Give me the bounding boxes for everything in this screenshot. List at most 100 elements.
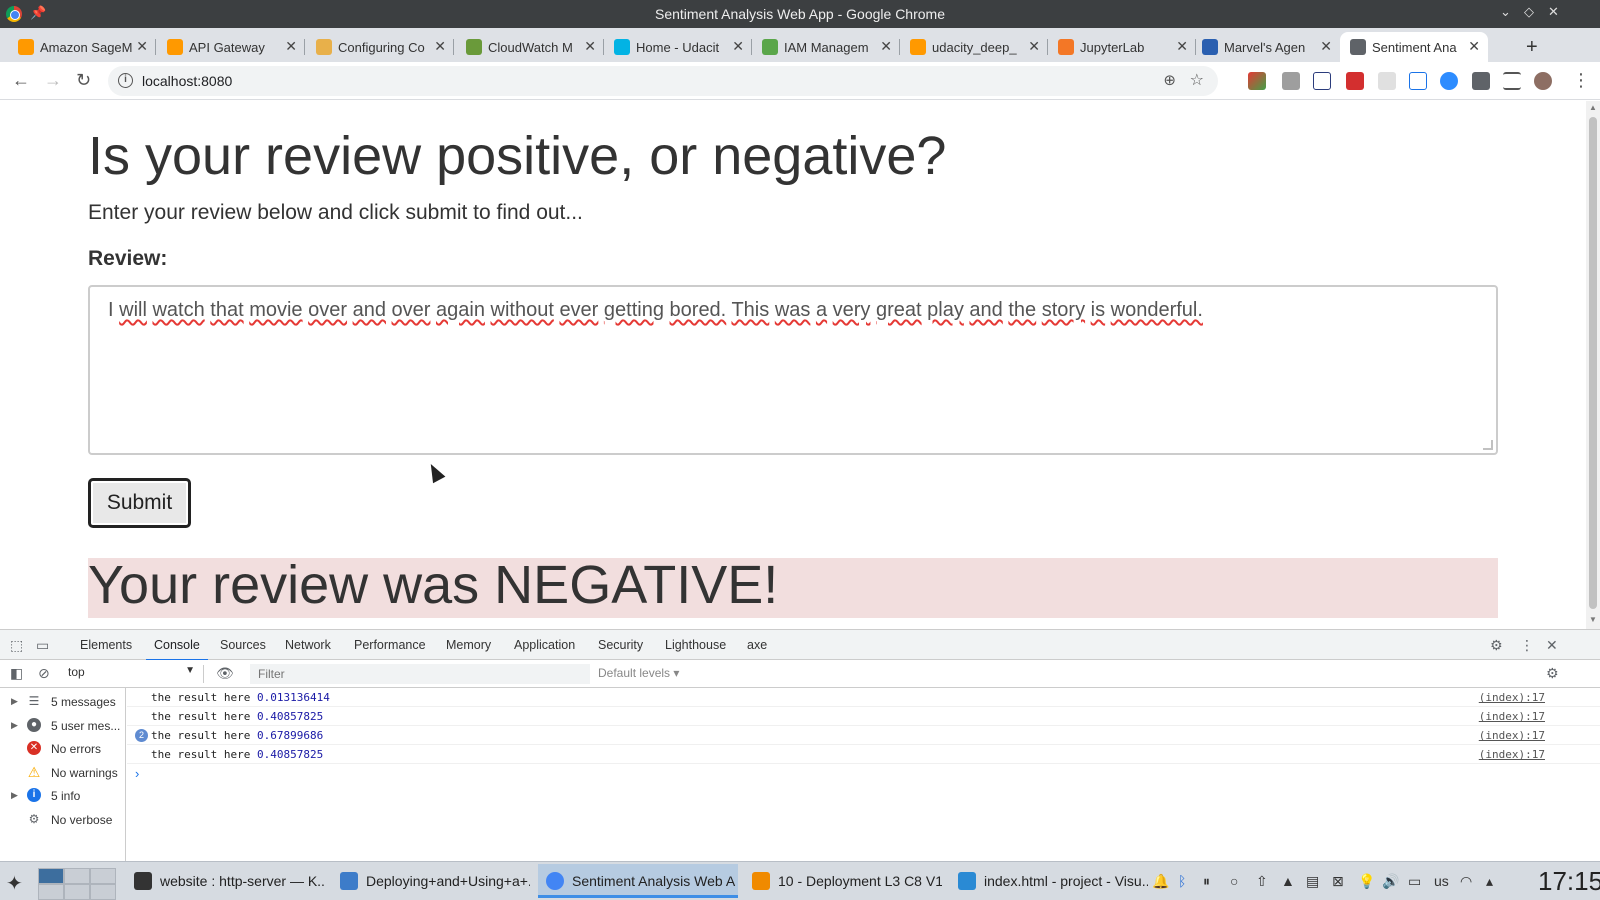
color-picker-icon[interactable] [1282,72,1300,90]
console-settings-icon[interactable]: ⚙ [1546,665,1559,682]
taskbar-task[interactable]: index.html - project - Visu... [950,864,1150,898]
devtools-settings-icon[interactable]: ⚙ [1490,637,1503,654]
log-source-link[interactable]: (index):17 [1479,729,1545,742]
close-tab-icon[interactable]: ✕ [1176,38,1188,55]
console-prompt-icon[interactable]: › [135,766,139,781]
address-bar[interactable]: i localhost:8080 ⊕ ☆ [108,66,1218,96]
devtools-tab-memory[interactable]: Memory [446,638,491,652]
forward-icon[interactable]: → [44,70,62,91]
maximize-icon[interactable]: ◇ [1524,4,1534,20]
keyboard-layout[interactable]: us [1434,873,1449,889]
device-toggle-icon[interactable]: ▭ [36,637,49,654]
inspect-element-icon[interactable]: ⬚ [10,637,23,654]
close-tab-icon[interactable]: ✕ [584,38,596,55]
update-icon[interactable]: ⇧ [1256,873,1268,890]
browser-tab[interactable]: Configuring Co ✕ [306,32,454,62]
log-source-link[interactable]: (index):17 [1479,748,1545,761]
close-tab-icon[interactable]: ✕ [1320,38,1332,55]
extensions-puzzle-icon[interactable] [1472,72,1490,90]
browser-tab[interactable]: API Gateway ✕ [157,32,305,62]
browser-tab[interactable]: Sentiment Ana ✕ [1340,32,1488,62]
close-tab-icon[interactable]: ✕ [285,38,297,55]
devtools-tab-application[interactable]: Application [514,638,575,652]
scroll-down-icon[interactable]: ▼ [1589,615,1597,624]
virtual-desktop-3[interactable] [90,868,116,884]
expand-arrow-icon[interactable]: ▶ [11,720,18,731]
devtools-tab-lighthouse[interactable]: Lighthouse [665,638,726,652]
close-tab-icon[interactable]: ✕ [1028,38,1040,55]
devtools-tab-network[interactable]: Network [285,638,331,652]
scroll-up-icon[interactable]: ▲ [1589,103,1597,112]
vlc-tray-icon[interactable]: ▲ [1281,873,1295,889]
devtools-tab-security[interactable]: Security [598,638,643,652]
expand-arrow-icon[interactable]: ▶ [11,696,18,707]
extension-badge-icon[interactable] [1346,72,1364,90]
site-info-icon[interactable]: i [118,73,133,88]
taskbar-task[interactable]: Sentiment Analysis Web A... [538,864,738,898]
profile-avatar[interactable] [1534,72,1552,90]
console-filter-input[interactable] [250,664,590,684]
notion-icon[interactable] [1313,72,1331,90]
battery-icon[interactable]: ▭ [1408,873,1421,890]
volume-icon[interactable]: 🔊 [1382,873,1399,890]
submit-button[interactable]: Submit [88,478,191,528]
close-tab-icon[interactable]: ✕ [434,38,446,55]
tips-icon[interactable]: 💡 [1358,873,1375,890]
close-tab-icon[interactable]: ✕ [880,38,892,55]
clear-console-icon[interactable]: ⊘ [38,665,50,682]
console-sidebar-item[interactable]: ⚙ No verbose [0,809,126,832]
minimize-icon[interactable]: ⌄ [1500,4,1511,20]
console-sidebar-item[interactable]: ⚠ No warnings [0,762,126,785]
virtual-desktop-4[interactable] [38,884,64,900]
clock[interactable]: 17:15 [1538,866,1600,897]
zoom-extension-icon[interactable] [1440,72,1458,90]
scrollbar-thumb[interactable] [1589,117,1597,609]
drive-icon[interactable] [1409,72,1427,90]
review-textarea[interactable]: I will watch that movie over and over ag… [88,285,1498,455]
menu-kebab-icon[interactable]: ⋮ [1572,70,1590,91]
page-scrollbar[interactable]: ▲ ▼ [1586,101,1600,629]
browser-tab[interactable]: IAM Managem ✕ [752,32,900,62]
browser-tab[interactable]: Home - Udacit ✕ [604,32,752,62]
virtual-desktop-5[interactable] [64,884,90,900]
taskbar-task[interactable]: Deploying+and+Using+a+... [332,864,532,898]
media-pause-icon[interactable]: ⏸ [1203,873,1210,890]
log-levels-dropdown[interactable]: Default levels ▾ [598,666,679,680]
console-sidebar-item[interactable]: ▶ ☰ 5 messages [0,691,126,714]
wifi-icon[interactable]: ◠ [1460,873,1472,890]
taskbar-task[interactable]: website : http-server — K... [126,864,326,898]
close-tab-icon[interactable]: ✕ [1468,38,1480,55]
sidebar-toggle-icon[interactable]: ◧ [10,665,23,682]
console-sidebar-item[interactable]: ▶ ● 5 user mes... [0,715,126,738]
browser-tab[interactable]: udacity_deep_ ✕ [900,32,1048,62]
close-tab-icon[interactable]: ✕ [136,38,148,55]
devtools-tab-elements[interactable]: Elements [80,638,132,652]
console-sidebar-item[interactable]: ✕ No errors [0,738,126,761]
new-tab-button[interactable]: + [1526,36,1538,59]
live-expression-eye-icon[interactable]: 👁 [216,665,234,682]
notifications-icon[interactable]: 🔔 [1152,873,1169,890]
back-icon[interactable]: ← [12,70,30,91]
extension-grey-icon[interactable] [1378,72,1396,90]
close-tab-icon[interactable]: ✕ [732,38,744,55]
virtual-desktop-2[interactable] [64,868,90,884]
tray-expand-icon[interactable]: ▴ [1486,873,1493,890]
log-source-link[interactable]: (index):17 [1479,691,1545,704]
log-source-link[interactable]: (index):17 [1479,710,1545,723]
devtools-tab-console[interactable]: Console [146,638,208,661]
browser-tab[interactable]: Amazon SageM ✕ [8,32,156,62]
bookmark-star-icon[interactable]: ☆ [1190,70,1204,90]
context-select[interactable]: top ▼ [68,665,204,683]
devtools-tab-axe[interactable]: axe [747,638,767,652]
resize-handle[interactable] [1483,440,1493,450]
bluetooth-icon[interactable]: ᛒ [1178,873,1186,889]
reload-icon[interactable]: ↻ [76,70,91,91]
devtools-tab-sources[interactable]: Sources [220,638,266,652]
devtools-close-icon[interactable]: ✕ [1546,637,1558,654]
browser-tab[interactable]: Marvel's Agen ✕ [1192,32,1340,62]
media-control-icon[interactable] [1503,72,1521,90]
application-launcher-icon[interactable]: ✦ [6,871,23,896]
expand-arrow-icon[interactable]: ▶ [11,790,18,801]
devtools-tab-performance[interactable]: Performance [354,638,426,652]
virtual-desktop-6[interactable] [90,884,116,900]
